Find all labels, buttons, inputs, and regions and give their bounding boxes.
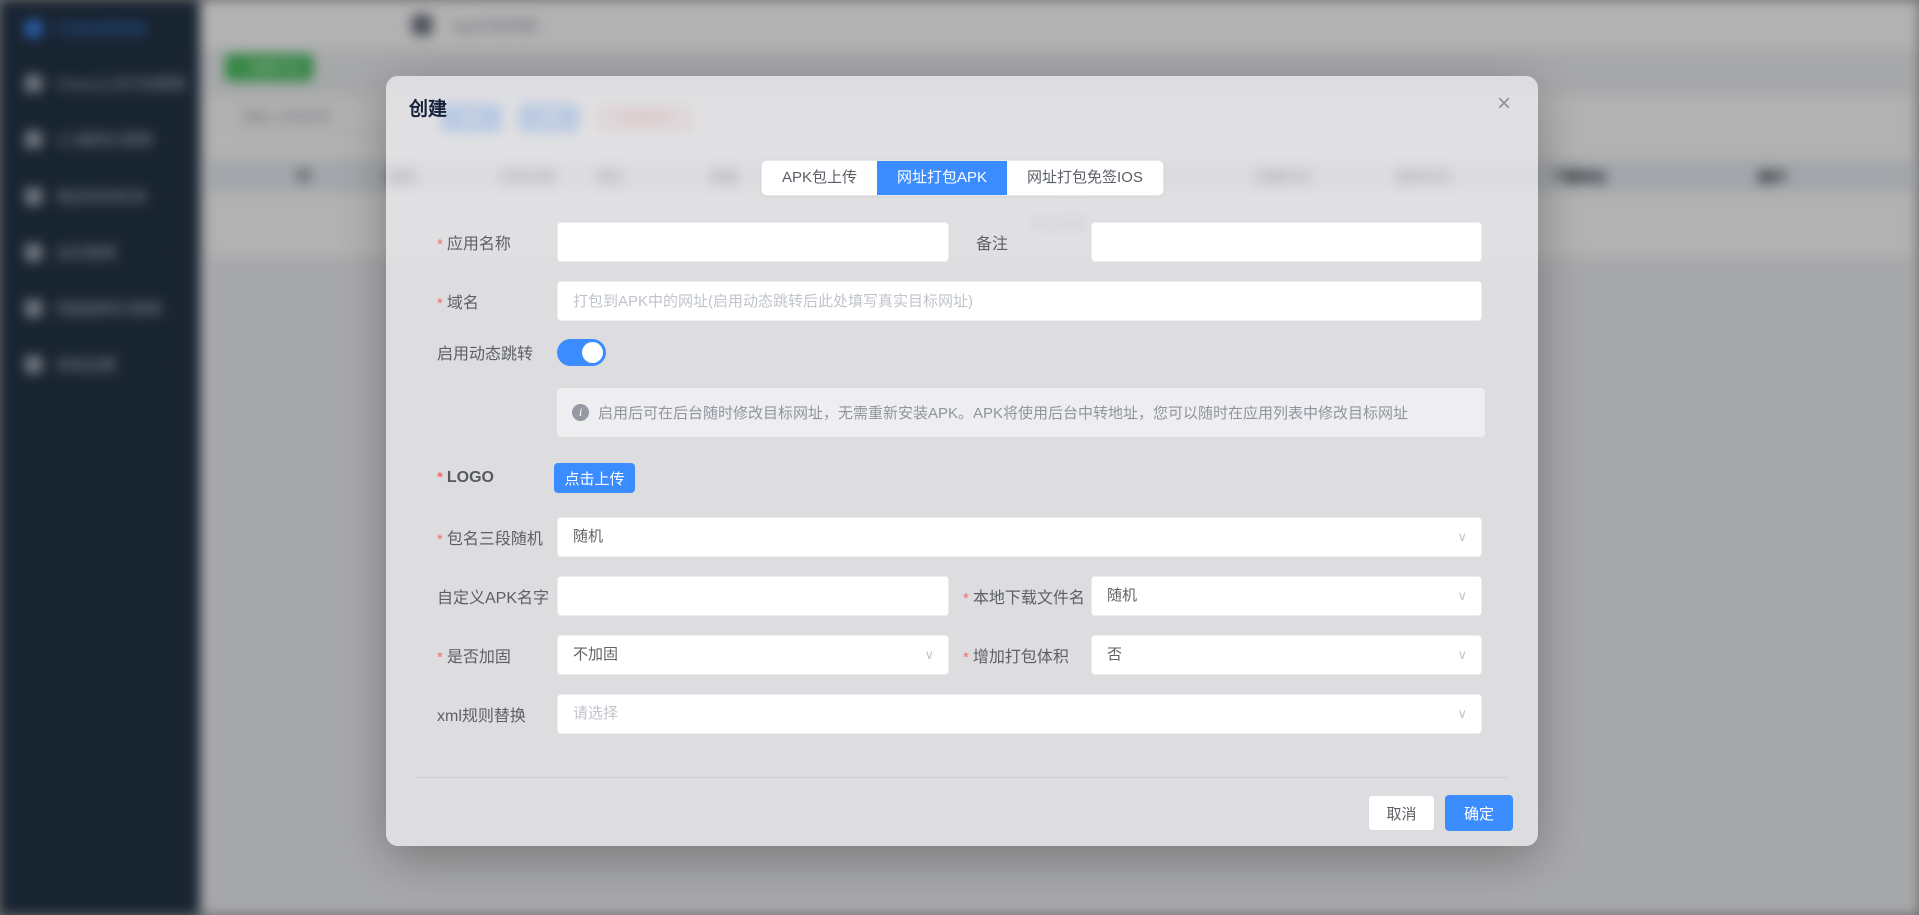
chevron-down-icon: ∨ <box>1457 695 1467 733</box>
package-size-select[interactable]: 否 ∨ <box>1091 635 1482 675</box>
required-mark: * <box>437 649 443 666</box>
close-icon[interactable]: × <box>1486 86 1522 122</box>
tab-url-ios[interactable]: 网址打包免签IOS <box>1007 161 1163 195</box>
required-mark: * <box>437 531 443 548</box>
domain-label: *域名 <box>437 289 479 313</box>
custom-apk-name-input[interactable] <box>557 576 949 616</box>
notice-text: 启用后可在后台随时修改目标网址，无需重新安装APK。APK将使用后台中转地址，您… <box>598 402 1408 423</box>
redirect-notice: i 启用后可在后台随时修改目标网址，无需重新安装APK。APK将使用后台中转地址… <box>557 388 1485 437</box>
confirm-button[interactable]: 确定 <box>1445 795 1513 831</box>
local-filename-label: *本地下载文件名 <box>963 584 1085 608</box>
required-mark: * <box>437 236 443 253</box>
required-mark: * <box>963 590 969 607</box>
create-dialog: 创建 × APK包上传 网址打包APK 网址打包免签IOS *应用名称 备注 *… <box>386 76 1538 846</box>
xml-rule-select[interactable]: 请选择 ∨ <box>557 694 1482 734</box>
upload-button[interactable]: 点击上传 <box>554 463 635 493</box>
packaging-tabs: APK包上传 网址打包APK 网址打包免签IOS <box>761 160 1164 196</box>
app-name-input[interactable] <box>557 222 949 262</box>
toggle-knob <box>582 342 603 363</box>
xml-rule-label: xml规则替换 <box>437 702 526 726</box>
dialog-title: 创建 <box>409 94 447 121</box>
remark-input[interactable] <box>1091 222 1482 262</box>
local-filename-select[interactable]: 随机 ∨ <box>1091 576 1482 616</box>
cancel-button[interactable]: 取消 <box>1368 795 1435 831</box>
select-placeholder: 请选择 <box>573 705 618 722</box>
info-icon: i <box>572 404 589 421</box>
required-mark: * <box>437 469 443 486</box>
required-mark: * <box>963 649 969 666</box>
custom-apk-name-label: 自定义APK名字 <box>437 584 549 608</box>
app-name-label: *应用名称 <box>437 230 511 254</box>
logo-label: *LOGO <box>437 469 494 487</box>
package-name-label: *包名三段随机 <box>437 525 543 549</box>
package-size-label: *增加打包体积 <box>963 643 1069 667</box>
hardening-label: *是否加固 <box>437 643 511 667</box>
chevron-down-icon: ∨ <box>1457 636 1467 674</box>
chevron-down-icon: ∨ <box>1457 518 1467 556</box>
footer-divider <box>416 777 1508 778</box>
remark-label: 备注 <box>976 230 1008 254</box>
chevron-down-icon: ∨ <box>924 636 934 674</box>
tab-url-apk[interactable]: 网址打包APK <box>877 161 1007 195</box>
select-value: 随机 <box>1107 587 1137 604</box>
dynamic-redirect-label: 启用动态跳转 <box>437 340 533 364</box>
package-name-select[interactable]: 随机 ∨ <box>557 517 1482 557</box>
domain-input[interactable] <box>557 281 1482 321</box>
required-mark: * <box>437 295 443 312</box>
dynamic-redirect-toggle[interactable] <box>557 339 606 366</box>
select-value: 不加固 <box>573 646 618 663</box>
tab-apk-upload[interactable]: APK包上传 <box>762 161 877 195</box>
select-value: 随机 <box>573 528 603 545</box>
select-value: 否 <box>1107 646 1122 663</box>
hardening-select[interactable]: 不加固 ∨ <box>557 635 949 675</box>
chevron-down-icon: ∨ <box>1457 577 1467 615</box>
page: 打包应用列表 Cloud上云打包管理 › CC盾防红管理 › 域名防封检测 › <box>0 0 1919 915</box>
